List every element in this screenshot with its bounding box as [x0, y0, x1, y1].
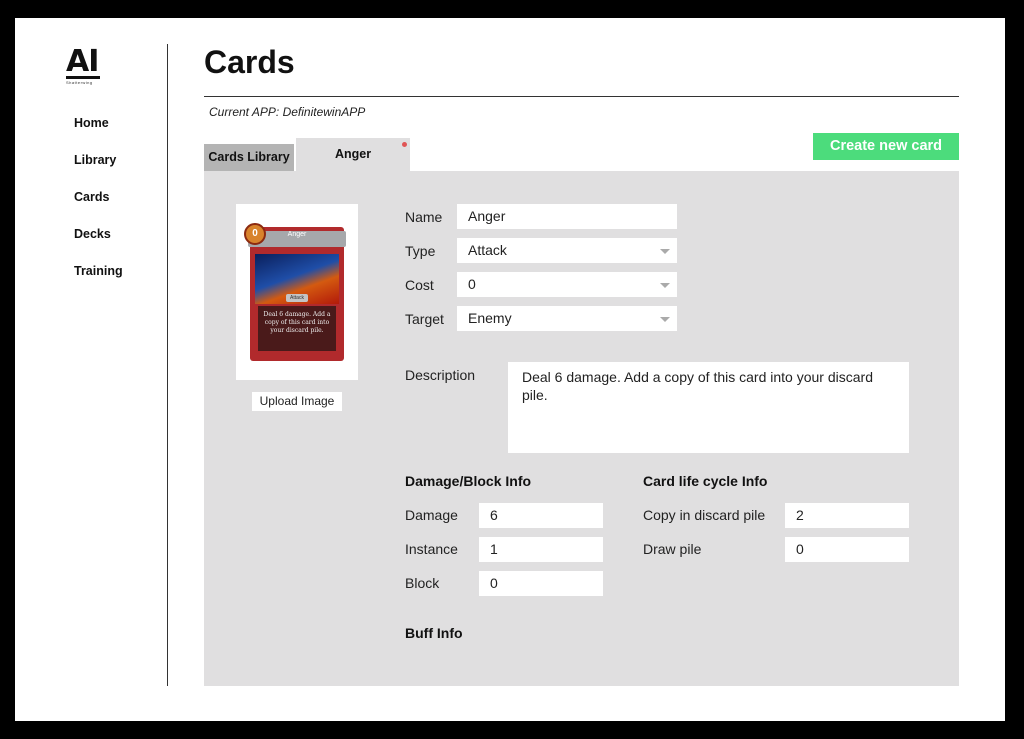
logo-text: AI [66, 44, 99, 79]
sidebar-item-home[interactable]: Home [74, 116, 109, 130]
damage-block-heading: Damage/Block Info [405, 473, 532, 489]
card-preview-description: Deal 6 damage. Add a copy of this card i… [263, 311, 331, 334]
instance-input[interactable]: 1 [479, 537, 603, 562]
damage-label: Damage [405, 507, 458, 523]
discard-copy-input[interactable]: 2 [785, 503, 909, 528]
draw-pile-label: Draw pile [643, 541, 702, 557]
buff-info-heading: Buff Info [405, 625, 463, 641]
card-preview-image: Anger Attack Deal 6 damage. Add a copy o… [244, 223, 346, 361]
description-textarea[interactable]: Deal 6 damage. Add a copy of this card i… [508, 362, 909, 453]
logo-underline [66, 76, 100, 79]
card-preview-type: Attack [286, 294, 308, 302]
upload-image-button[interactable]: Upload Image [252, 392, 342, 411]
name-label: Name [405, 209, 443, 225]
sidebar-item-training[interactable]: Training [74, 264, 123, 278]
type-select-value: Attack [468, 242, 507, 258]
type-select[interactable]: Attack [457, 238, 677, 263]
description-label: Description [405, 367, 476, 383]
cost-select-value: 0 [468, 276, 476, 292]
name-input[interactable]: Anger [457, 204, 677, 229]
draw-pile-input[interactable]: 0 [785, 537, 909, 562]
discard-copy-label: Copy in discard pile [643, 507, 766, 523]
card-preview-cost: 0 [244, 223, 266, 245]
chevron-down-icon [660, 283, 670, 288]
sidebar-item-decks[interactable]: Decks [74, 227, 111, 241]
page-title: Cards [204, 44, 295, 80]
sidebar-divider [167, 44, 168, 686]
chevron-down-icon [660, 249, 670, 254]
tab-cards-library[interactable]: Cards Library [204, 144, 294, 171]
header-divider [204, 96, 959, 97]
cost-label: Cost [405, 277, 434, 293]
tab-anger[interactable]: Anger [296, 138, 410, 171]
target-select-value: Enemy [468, 310, 512, 326]
instance-label: Instance [405, 541, 458, 557]
current-app-label: Current APP: DefinitewinAPP [209, 105, 366, 119]
damage-input[interactable]: 6 [479, 503, 603, 528]
cost-select[interactable]: 0 [457, 272, 677, 297]
unsaved-indicator-dot [402, 142, 407, 147]
sidebar-item-cards[interactable]: Cards [74, 190, 109, 204]
block-label: Block [405, 575, 440, 591]
target-select[interactable]: Enemy [457, 306, 677, 331]
chevron-down-icon [660, 317, 670, 322]
type-label: Type [405, 243, 436, 259]
block-input[interactable]: 0 [479, 571, 603, 596]
create-new-card-button[interactable]: Create new card [813, 133, 959, 160]
sidebar-item-library[interactable]: Library [74, 153, 116, 167]
lifecycle-heading: Card life cycle Info [643, 473, 768, 489]
target-label: Target [405, 311, 444, 327]
logo-subtext: Shatterwing [66, 80, 93, 85]
